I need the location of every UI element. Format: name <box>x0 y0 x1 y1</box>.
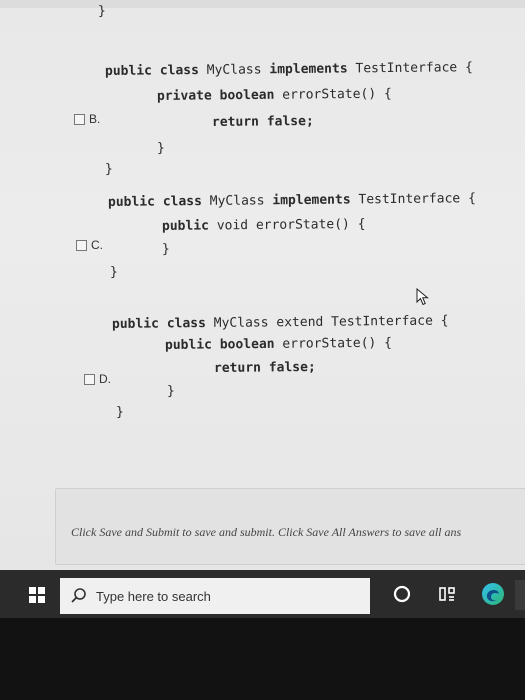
code-c-line2: public void errorState() { <box>161 216 366 234</box>
taskbar-overflow-edge <box>515 580 525 610</box>
edge-browser-icon[interactable] <box>480 581 506 607</box>
option-b-label: B. <box>89 112 101 126</box>
option-c-checkbox[interactable] <box>76 239 87 251</box>
top-edge <box>0 0 525 8</box>
code-b-line2: private boolean errorState() { <box>156 86 392 104</box>
code-d-line4: } <box>166 383 175 399</box>
code-c-line3: } <box>161 241 170 257</box>
code-b-line4: } <box>156 140 165 156</box>
code-b-line3: return false; <box>211 113 314 130</box>
code-d-line5: } <box>115 404 124 420</box>
option-d-label: D. <box>99 372 111 386</box>
option-c-label: C. <box>91 238 103 252</box>
cortana-ring-icon[interactable] <box>392 584 412 604</box>
submit-instructions-text: Click Save and Submit to save and submit… <box>71 525 462 539</box>
option-d[interactable]: D. <box>84 372 111 386</box>
code-b-line1: public class MyClass implements TestInte… <box>104 60 473 79</box>
option-b[interactable]: B. <box>74 112 100 126</box>
submit-instructions-panel: Click Save and Submit to save and submit… <box>55 488 525 565</box>
windows-logo-icon[interactable] <box>29 587 45 603</box>
search-icon <box>71 588 86 603</box>
code-c-line4: } <box>109 264 118 280</box>
code-d-line1: public class MyClass extend TestInterfac… <box>111 313 449 332</box>
option-d-checkbox[interactable] <box>84 373 95 385</box>
search-placeholder: Type here to search <box>96 588 211 604</box>
task-view-icon[interactable] <box>438 584 458 604</box>
code-c-line1: public class MyClass implements TestInte… <box>107 191 476 210</box>
windows-taskbar: Type here to search <box>0 570 525 618</box>
monitor-bezel <box>0 618 525 700</box>
code-d-line2: public boolean errorState() { <box>164 335 393 353</box>
taskbar-search-box[interactable]: Type here to search <box>60 578 370 614</box>
option-c[interactable]: C. <box>76 238 103 252</box>
code-b-line5: } <box>104 161 113 177</box>
code-brace-prev: } <box>97 3 106 19</box>
code-d-line3: return false; <box>213 359 316 376</box>
option-b-checkbox[interactable] <box>74 113 85 125</box>
browser-content: } public class MyClass implements TestIn… <box>0 0 525 570</box>
mouse-pointer-icon <box>416 288 429 306</box>
